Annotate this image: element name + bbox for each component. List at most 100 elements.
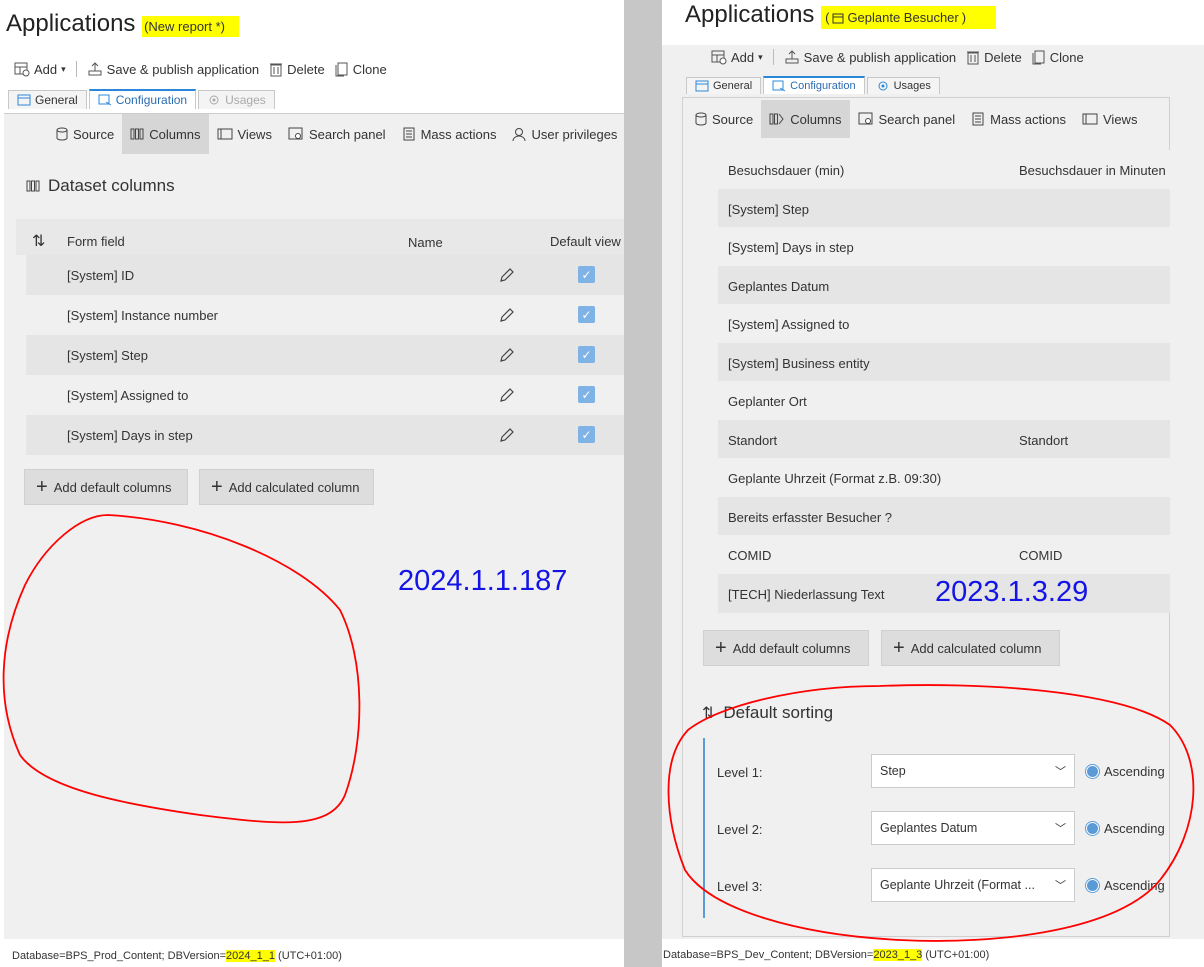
sort-level-3-select[interactable]: Geplante Uhrzeit (Format ... ﹀ [871, 868, 1075, 902]
chevron-down-icon: ﹀ [1055, 880, 1066, 892]
subnav-mass-actions[interactable]: Mass actions [963, 100, 1074, 138]
name-cell: Standort [1019, 433, 1069, 448]
tab-configuration[interactable]: Configuration [763, 76, 865, 94]
table-row[interactable]: [System] Instance number ✓ [26, 295, 624, 335]
delete-label: Delete [287, 61, 325, 77]
subnav-columns[interactable]: Columns [761, 100, 850, 138]
clone-button[interactable]: Clone [1032, 49, 1084, 65]
default-view-checkbox[interactable]: ✓ [578, 306, 595, 323]
trash-icon [967, 51, 980, 65]
table-row[interactable]: Geplante Uhrzeit (Format z.B. 09:30) [718, 458, 1170, 497]
save-publish-button[interactable]: Save & publish application [784, 49, 956, 65]
add-default-columns-button[interactable]: + Add default columns [24, 469, 188, 505]
table-row[interactable]: [System] Business entity [718, 343, 1170, 382]
subnav-columns-label: Columns [790, 111, 842, 127]
pencil-icon[interactable] [498, 426, 516, 444]
table-row[interactable]: Besuchsdauer (min) Besuchsdauer in Minute… [718, 150, 1170, 189]
tab-general[interactable]: General [8, 90, 87, 109]
sort-icon[interactable]: ⇅ [32, 231, 45, 251]
save-publish-button[interactable]: Save & publish application [87, 61, 259, 77]
table-row[interactable]: [System] Assigned to ✓ [26, 375, 624, 415]
table-row[interactable]: Geplanter Ort [718, 381, 1170, 420]
sort-level-1-select[interactable]: Step ﹀ [871, 754, 1075, 788]
chevron-down-icon: ▾ [61, 63, 66, 74]
tab-general-label: General [35, 93, 78, 107]
report-name-badge: (New report *) [142, 16, 240, 37]
subnav-source-label: Source [73, 126, 115, 142]
table-row[interactable]: Bereits erfasster Besucher ? [718, 497, 1170, 536]
add-calculated-column-label: Add calculated column [910, 640, 1042, 656]
delete-label: Delete [984, 49, 1022, 65]
plus-icon: + [715, 637, 727, 659]
pencil-icon[interactable] [498, 266, 516, 284]
default-view-checkbox[interactable]: ✓ [578, 346, 595, 363]
table-row[interactable]: [System] Assigned to [718, 304, 1170, 343]
configuration-icon [772, 80, 786, 92]
sort-level-1-ascending-radio[interactable]: Ascending [1085, 764, 1165, 779]
subnav-mass-actions[interactable]: Mass actions [394, 114, 505, 154]
default-view-checkbox[interactable]: ✓ [578, 426, 595, 443]
page-title: Applications (New report *) [6, 10, 240, 38]
clone-label: Clone [352, 61, 387, 77]
radio-selected-icon [1085, 821, 1100, 836]
tab-bar: General Configuration Usages [8, 89, 277, 109]
clone-icon [335, 62, 348, 77]
subnav-search-panel[interactable]: Search panel [280, 114, 394, 154]
table-row[interactable]: COMID COMID [718, 535, 1170, 574]
table-row[interactable]: [System] ID ✓ [26, 255, 624, 295]
table-row[interactable]: [System] Step [718, 189, 1170, 228]
add-calculated-column-button[interactable]: + Add calculated column [199, 469, 374, 505]
add-button[interactable]: Add ▾ [711, 49, 763, 65]
delete-button[interactable]: Delete [966, 49, 1022, 65]
table-row[interactable]: [System] Days in step ✓ [26, 415, 624, 455]
add-default-columns-button[interactable]: + Add default columns [703, 630, 869, 666]
tab-usages[interactable]: Usages [866, 77, 940, 94]
tab-configuration[interactable]: Configuration [88, 89, 197, 109]
default-view-checkbox[interactable]: ✓ [578, 386, 595, 403]
usages-icon [878, 81, 888, 91]
default-view-checkbox[interactable]: ✓ [578, 266, 595, 283]
status-db-version: 2024_1_1 [226, 950, 275, 962]
form-field-cell: Geplanter Ort [728, 394, 807, 409]
name-cell: COMID [1019, 548, 1063, 563]
pencil-icon[interactable] [498, 386, 516, 404]
subnav-views[interactable]: Views [209, 114, 280, 154]
tab-usages-label: Usages [893, 80, 931, 92]
table-row[interactable]: [System] Days in step [718, 227, 1170, 266]
add-table-icon [14, 62, 30, 77]
table-row[interactable]: [System] Step ✓ [26, 335, 624, 375]
columns-icon [769, 113, 784, 125]
sort-level-2-ascending-radio[interactable]: Ascending [1085, 821, 1165, 836]
clone-button[interactable]: Clone [335, 61, 387, 77]
status-prefix: Database=BPS_Dev_Content; DBVersion= [663, 949, 874, 961]
add-button[interactable]: Add ▾ [14, 61, 66, 77]
calendar-icon [832, 13, 844, 23]
add-calculated-column-button[interactable]: + Add calculated column [881, 630, 1060, 666]
columns-icon [26, 180, 40, 192]
subnav-source[interactable]: Source [48, 114, 122, 154]
delete-button[interactable]: Delete [269, 61, 325, 77]
subnav-views[interactable]: Views [1074, 100, 1145, 138]
sort-level-2-order: Ascending [1104, 821, 1165, 836]
tab-usages-label: Usages [225, 93, 266, 107]
pencil-icon[interactable] [498, 306, 516, 324]
clone-icon [1032, 50, 1045, 65]
subnav-user-privileges[interactable]: User privileges [504, 114, 625, 154]
table-row[interactable]: Geplantes Datum [718, 266, 1170, 305]
pencil-icon[interactable] [498, 346, 516, 364]
sorting-accent-bar [703, 738, 705, 918]
views-icon [217, 128, 232, 140]
sort-level-3-ascending-radio[interactable]: Ascending [1085, 878, 1165, 893]
status-db-version: 2023_1_3 [873, 949, 923, 961]
status-suffix: (UTC+01:00) [922, 949, 990, 961]
version-annotation: 2024.1.1.187 [398, 565, 568, 597]
tab-general[interactable]: General [686, 77, 762, 94]
table-row[interactable]: Standort Standort [718, 420, 1170, 459]
views-icon [1082, 113, 1098, 125]
subnav-search-panel[interactable]: Search panel [850, 100, 964, 138]
tab-usages[interactable]: Usages [198, 90, 275, 109]
subnav-source[interactable]: Source [687, 100, 761, 138]
sort-level-2-select[interactable]: Geplantes Datum ﹀ [871, 811, 1075, 845]
page-title: Applications ( Geplante Besucher ) [685, 1, 997, 29]
subnav-columns[interactable]: Columns [122, 114, 209, 154]
